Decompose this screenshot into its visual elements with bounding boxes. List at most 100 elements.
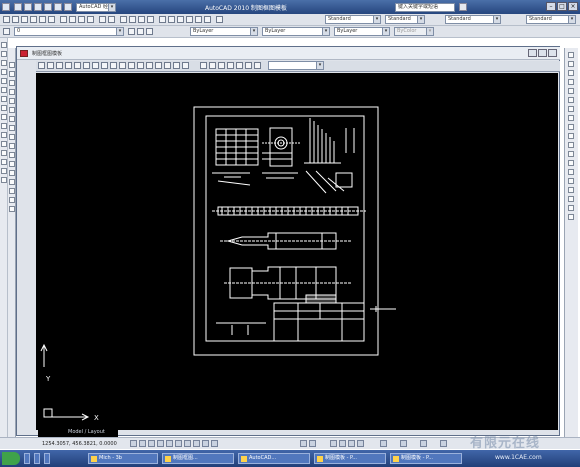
sheet-set-icon[interactable] xyxy=(186,16,193,23)
layout-tab-label[interactable]: Model / Layout xyxy=(68,429,105,435)
continue-icon[interactable] xyxy=(568,133,574,139)
osnap-none-icon[interactable] xyxy=(568,214,574,220)
osnap-mid-icon[interactable] xyxy=(568,196,574,202)
table-style-combo[interactable]: Standard ▾ xyxy=(445,15,501,24)
insert-block-icon[interactable] xyxy=(9,152,15,158)
snap-temp-icon[interactable] xyxy=(38,62,45,69)
zoom-prev-icon[interactable] xyxy=(147,16,154,23)
move-icon[interactable] xyxy=(1,87,7,93)
save-icon[interactable] xyxy=(34,3,42,11)
redo-icon[interactable] xyxy=(108,16,115,23)
arc-icon[interactable] xyxy=(9,107,15,113)
drawing-minimize-button[interactable] xyxy=(528,49,537,57)
otrack-toggle[interactable] xyxy=(175,440,182,447)
qnew-icon[interactable] xyxy=(3,16,10,23)
steering-wheel-icon[interactable] xyxy=(348,440,355,447)
rotate-icon[interactable] xyxy=(1,96,7,102)
scale-icon[interactable] xyxy=(1,105,7,111)
explode-icon[interactable] xyxy=(1,177,7,183)
text-style-combo[interactable]: Standard ▾ xyxy=(325,15,381,24)
ucs-world-icon[interactable] xyxy=(209,62,216,69)
properties-icon[interactable] xyxy=(159,16,166,23)
markup-icon[interactable] xyxy=(195,16,202,23)
publish-icon[interactable] xyxy=(48,16,55,23)
ortho-toggle[interactable] xyxy=(148,440,155,447)
drawing-close-button[interactable] xyxy=(548,49,557,57)
osnap-endpoint-icon[interactable] xyxy=(568,187,574,193)
osnap-toggle[interactable] xyxy=(166,440,173,447)
dim-aligned-icon[interactable] xyxy=(568,61,574,67)
layer-state-icon[interactable] xyxy=(146,28,153,35)
offset-icon[interactable] xyxy=(1,69,7,75)
lwt-toggle[interactable] xyxy=(202,440,209,447)
tolerance-icon[interactable] xyxy=(568,142,574,148)
snap-toggle[interactable] xyxy=(130,440,137,447)
workspace-combo[interactable]: AutoCAD 经典 ▾ xyxy=(76,3,116,12)
paste-icon[interactable] xyxy=(78,16,85,23)
showmotion-icon[interactable] xyxy=(357,440,364,447)
maximize-button[interactable]: □ xyxy=(557,2,567,11)
polyline-icon[interactable] xyxy=(9,80,15,86)
polar-toggle[interactable] xyxy=(157,440,164,447)
annotation-scale-icon[interactable] xyxy=(380,440,387,447)
line-icon[interactable] xyxy=(9,62,15,68)
dyn-toggle[interactable] xyxy=(193,440,200,447)
ucs-object-icon[interactable] xyxy=(236,62,243,69)
undo-icon[interactable] xyxy=(44,3,52,11)
redo-icon[interactable] xyxy=(54,3,62,11)
new-icon[interactable] xyxy=(14,3,22,11)
dim-arc-icon[interactable] xyxy=(568,70,574,76)
plot-icon[interactable] xyxy=(64,3,72,11)
mleader-style-combo[interactable]: Standard ▾ xyxy=(526,15,576,24)
point-icon[interactable] xyxy=(9,170,15,176)
array-icon[interactable] xyxy=(1,78,7,84)
search-input[interactable]: 键入关键字或短语 xyxy=(395,3,455,12)
taskbar-item[interactable]: 制图框图... xyxy=(162,453,234,464)
ucs-icon-btn[interactable] xyxy=(200,62,207,69)
snap-from-icon[interactable] xyxy=(47,62,54,69)
snap-quadrant-icon[interactable] xyxy=(110,62,117,69)
save-icon[interactable] xyxy=(21,16,28,23)
extend-icon[interactable] xyxy=(1,132,7,138)
match-prop-icon[interactable] xyxy=(87,16,94,23)
make-block-icon[interactable] xyxy=(9,161,15,167)
snap-endpoint-icon[interactable] xyxy=(56,62,63,69)
region-icon[interactable] xyxy=(9,188,15,194)
preview-icon[interactable] xyxy=(39,16,46,23)
open-icon[interactable] xyxy=(12,16,19,23)
zoom-icon[interactable] xyxy=(129,16,136,23)
help-icon[interactable] xyxy=(216,16,223,23)
snap-intersection-icon[interactable] xyxy=(74,62,81,69)
quicklaunch-icon[interactable] xyxy=(44,453,50,464)
snap-extension-icon[interactable] xyxy=(92,62,99,69)
undo-icon[interactable] xyxy=(99,16,106,23)
ucs-origin-icon[interactable] xyxy=(254,62,261,69)
zoom-status-icon[interactable] xyxy=(339,440,346,447)
dim-update-icon[interactable] xyxy=(568,169,574,175)
stretch-icon[interactable] xyxy=(1,114,7,120)
spline-icon[interactable] xyxy=(9,134,15,140)
pan-icon[interactable] xyxy=(120,16,127,23)
layout-tabs[interactable]: Model / Layout xyxy=(38,428,118,437)
color-combo[interactable]: ByLayer ▾ xyxy=(190,27,258,36)
break-icon[interactable] xyxy=(1,141,7,147)
snap-settings-icon[interactable] xyxy=(182,62,189,69)
clean-screen-icon[interactable] xyxy=(440,440,447,447)
baseline-icon[interactable] xyxy=(568,124,574,130)
dim-radius-icon[interactable] xyxy=(568,88,574,94)
erase-icon[interactable] xyxy=(1,42,7,48)
dim-edit-icon[interactable] xyxy=(568,160,574,166)
trim-icon[interactable] xyxy=(1,123,7,129)
model-space-canvas[interactable]: Y X xyxy=(36,73,558,430)
xline-icon[interactable] xyxy=(9,71,15,77)
layer-manager-icon[interactable] xyxy=(3,28,10,35)
dim-style-icon[interactable] xyxy=(568,178,574,184)
join-icon[interactable] xyxy=(1,150,7,156)
ucs-view-icon[interactable] xyxy=(245,62,252,69)
ucs-face-icon[interactable] xyxy=(227,62,234,69)
snap-perpendicular-icon[interactable] xyxy=(128,62,135,69)
copy-icon[interactable] xyxy=(69,16,76,23)
model-space-button[interactable] xyxy=(300,440,307,447)
snap-node-icon[interactable] xyxy=(155,62,162,69)
copy-obj-icon[interactable] xyxy=(1,51,7,57)
